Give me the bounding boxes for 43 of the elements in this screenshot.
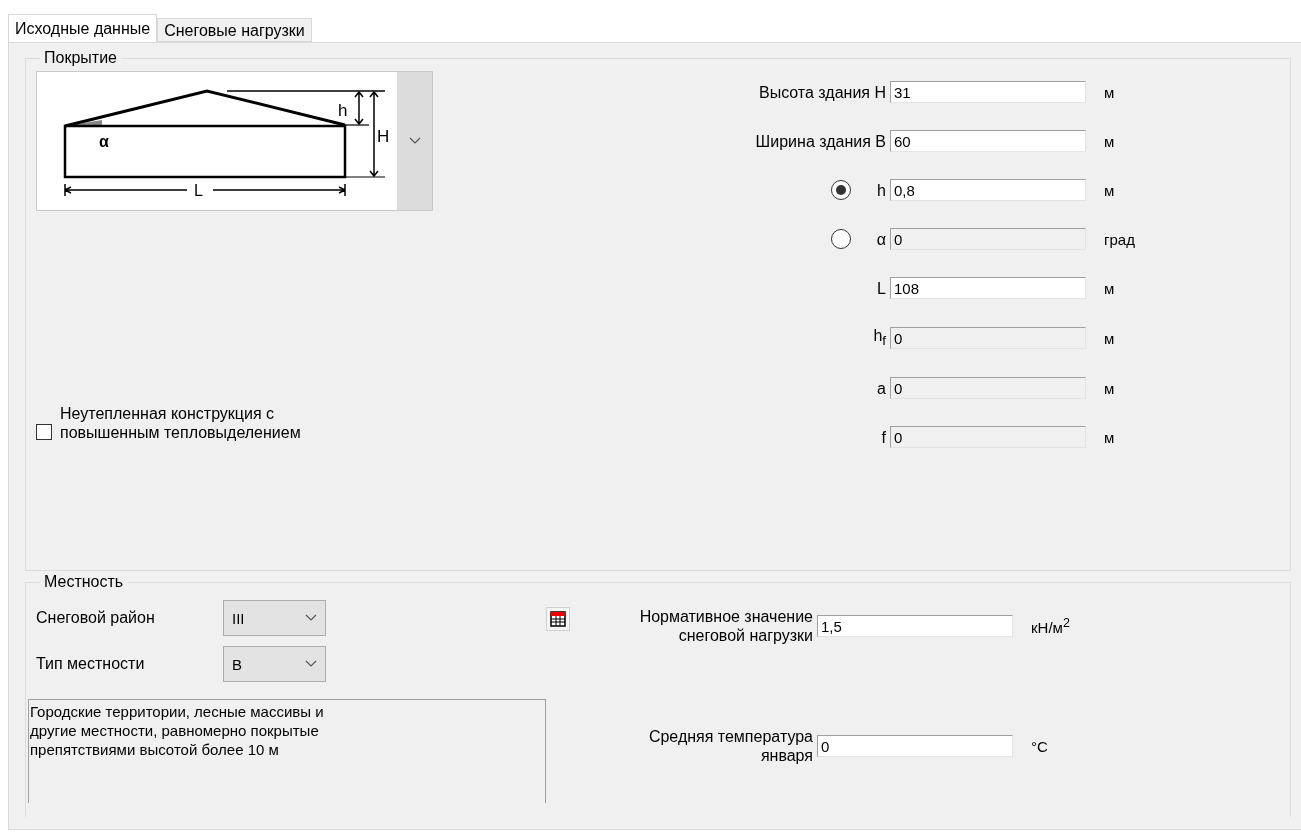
select-label: Тип местности	[36, 655, 146, 673]
input-field[interactable]: 1,5	[817, 615, 1013, 637]
field-label: Нормативное значение снеговой нагрузки	[639, 607, 813, 645]
field-label: a	[877, 378, 886, 398]
field-label: Высота здания H	[758, 82, 886, 102]
table-icon	[550, 611, 566, 627]
chevron-down-icon	[408, 137, 421, 145]
field-label: f	[881, 427, 886, 447]
group-title: Покрытие	[43, 49, 118, 67]
checkbox-label: Неутепленная конструкция с повышенным тепловыделением	[60, 404, 301, 443]
tab[interactable]: Снеговые нагрузки	[157, 18, 312, 42]
input-field[interactable]: 0,8	[890, 179, 1086, 201]
field-label: h	[877, 180, 886, 200]
select-label: Снеговой район	[36, 609, 156, 627]
unit-label: м	[1104, 379, 1115, 397]
unit-label: кН/м$^{2}$	[1031, 616, 1070, 636]
unit-label: м	[1104, 329, 1115, 347]
unit-label: м	[1104, 132, 1115, 150]
field-label: Средняя температура января	[648, 727, 813, 765]
unit-label: м	[1104, 428, 1115, 446]
input-field[interactable]: 0	[817, 735, 1013, 757]
checkbox[interactable]	[36, 424, 52, 441]
field-label: Ширина здания B	[755, 131, 886, 151]
unit-label: м	[1104, 83, 1115, 101]
dropdown-select[interactable]: В	[223, 646, 326, 682]
tab[interactable]: Исходные данные	[8, 14, 158, 42]
input-field[interactable]: 60	[890, 130, 1086, 152]
input-field[interactable]: 108	[890, 277, 1086, 299]
unit-label: °C	[1031, 737, 1048, 755]
radio-button[interactable]	[831, 180, 852, 200]
unit-label: м	[1104, 181, 1115, 199]
description-text: Городские территории, лесные массивы и другие местности, равномерно покрытые препятствиями высотой более 10 м	[28, 699, 546, 803]
field-label: α	[876, 229, 886, 249]
group-title: Местность	[43, 573, 125, 591]
input-field[interactable]: 31	[890, 81, 1086, 103]
field-label: h$_{f}$	[873, 326, 886, 351]
field-label: L	[877, 278, 886, 298]
chevron-down-icon	[305, 614, 317, 622]
chevron-down-icon	[305, 660, 317, 668]
table-button[interactable]	[546, 607, 570, 631]
dropdown-select[interactable]: III	[223, 600, 326, 636]
unit-label: м	[1104, 279, 1115, 297]
unit-label: град	[1104, 230, 1135, 248]
